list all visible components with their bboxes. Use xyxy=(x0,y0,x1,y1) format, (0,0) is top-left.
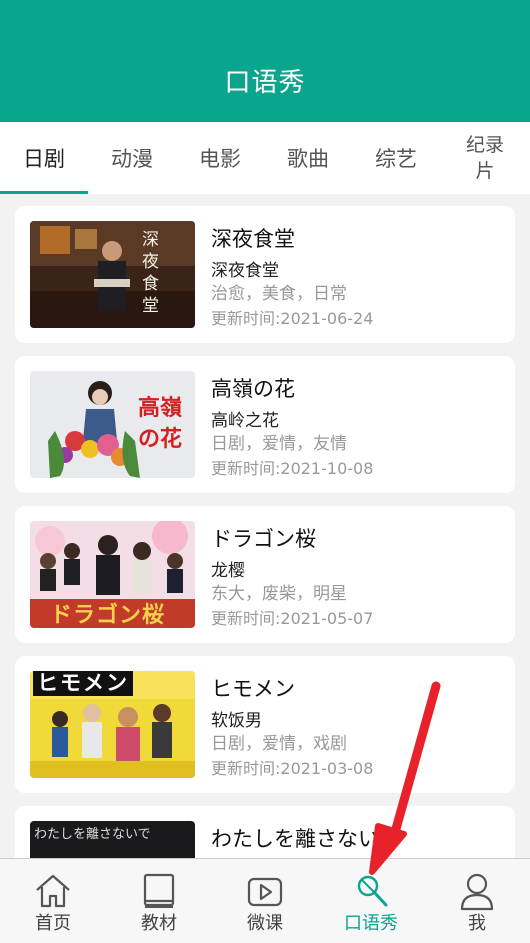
show-title: ヒモメン xyxy=(211,677,295,701)
update-date: 更新时间:2021-10-08 xyxy=(211,459,374,478)
tabbar-label: 口语秀 xyxy=(344,913,398,934)
tabbar-label: 教材 xyxy=(141,913,177,934)
show-tags: 治愈，美食，日常 xyxy=(211,284,347,304)
home-icon xyxy=(36,874,70,908)
tab-japanese-drama[interactable]: 日剧 xyxy=(0,122,88,194)
app-header: 口语秀 xyxy=(0,0,530,122)
show-poster: 高嶺の花 xyxy=(30,371,195,478)
tabbar-textbook[interactable]: 教材 xyxy=(106,859,212,943)
show-title: わたしを離さない xyxy=(211,827,379,851)
show-poster: わたしを離さないで xyxy=(30,821,195,858)
list-item[interactable]: 高嶺の花 高嶺の花 高岭之花 日剧，爱情，友情 更新时间:2021-10-08 xyxy=(15,356,515,493)
tab-anime[interactable]: 动漫 xyxy=(88,122,176,194)
show-poster: 深夜食堂 xyxy=(30,221,195,328)
poster-title: 深夜食堂 xyxy=(142,230,159,316)
user-icon xyxy=(460,873,494,911)
tab-label-line1: 纪录 xyxy=(465,134,504,156)
tab-label: 电影 xyxy=(199,147,241,171)
tab-label: 歌曲 xyxy=(287,147,329,171)
tab-song[interactable]: 歌曲 xyxy=(264,122,352,194)
tabbar-speaking-show[interactable]: 口语秀 xyxy=(318,859,424,943)
show-title: 深夜食堂 xyxy=(211,227,295,251)
show-subtitle: 高岭之花 xyxy=(211,411,279,431)
tab-label: 综艺 xyxy=(375,147,417,171)
tabbar-home[interactable]: 首页 xyxy=(0,859,106,943)
bottom-tab-bar: 首页 教材 微课 口语秀 我 xyxy=(0,858,530,943)
show-list: 深夜食堂 深夜食堂 深夜食堂 治愈，美食，日常 更新时间:2021-06-24 … xyxy=(0,194,530,858)
tabbar-label: 微课 xyxy=(247,913,283,934)
tabbar-label: 我 xyxy=(468,913,486,934)
microphone-icon xyxy=(357,875,388,907)
show-subtitle: 软饭男 xyxy=(211,711,262,731)
poster-title: ヒモメン xyxy=(33,671,133,696)
show-tags: 日剧，爱情，友情 xyxy=(211,434,347,454)
tab-label: 动漫 xyxy=(111,147,153,171)
tab-documentary[interactable]: 纪录 片 xyxy=(440,122,530,194)
show-tags: 东大，废柴，明星 xyxy=(211,584,347,604)
list-item[interactable]: ヒモメン ヒモメン 软饭男 日剧，爱情，戏剧 更新时间:2021-03-08 xyxy=(15,656,515,793)
show-title: 高嶺の花 xyxy=(211,377,295,401)
poster-title: 高嶺の花 xyxy=(138,395,183,452)
tab-variety[interactable]: 综艺 xyxy=(352,122,440,194)
update-date: 更新时间:2021-03-08 xyxy=(211,759,374,778)
play-icon xyxy=(247,877,283,907)
update-date: 更新时间:2021-05-07 xyxy=(211,609,374,628)
tab-label: 日剧 xyxy=(23,147,65,171)
book-icon xyxy=(143,873,175,908)
tabbar-label: 首页 xyxy=(35,913,71,934)
show-poster: ドラゴン桜 xyxy=(30,521,195,628)
tab-movie[interactable]: 电影 xyxy=(176,122,264,194)
show-subtitle: 深夜食堂 xyxy=(211,261,279,281)
category-tabs: 日剧 动漫 电影 歌曲 综艺 纪录 片 xyxy=(0,122,530,194)
show-subtitle: 龙樱 xyxy=(211,561,245,581)
show-title: ドラゴン桜 xyxy=(211,527,316,551)
list-item[interactable]: わたしを離さないで わたしを離さない xyxy=(15,806,515,858)
list-item[interactable]: 深夜食堂 深夜食堂 深夜食堂 治愈，美食，日常 更新时间:2021-06-24 xyxy=(15,206,515,343)
poster-title: わたしを離さないで xyxy=(34,827,151,842)
tab-label-line2: 片 xyxy=(475,160,495,182)
show-poster: ヒモメン xyxy=(30,671,195,778)
tabbar-me[interactable]: 我 xyxy=(424,859,530,943)
poster-title: ドラゴン桜 xyxy=(50,603,166,628)
page-title: 口语秀 xyxy=(224,68,306,98)
tabbar-microlesson[interactable]: 微课 xyxy=(212,859,318,943)
show-tags: 日剧，爱情，戏剧 xyxy=(211,734,347,754)
list-item[interactable]: ドラゴン桜 ドラゴン桜 龙樱 东大，废柴，明星 更新时间:2021-05-07 xyxy=(15,506,515,643)
update-date: 更新时间:2021-06-24 xyxy=(211,309,374,328)
